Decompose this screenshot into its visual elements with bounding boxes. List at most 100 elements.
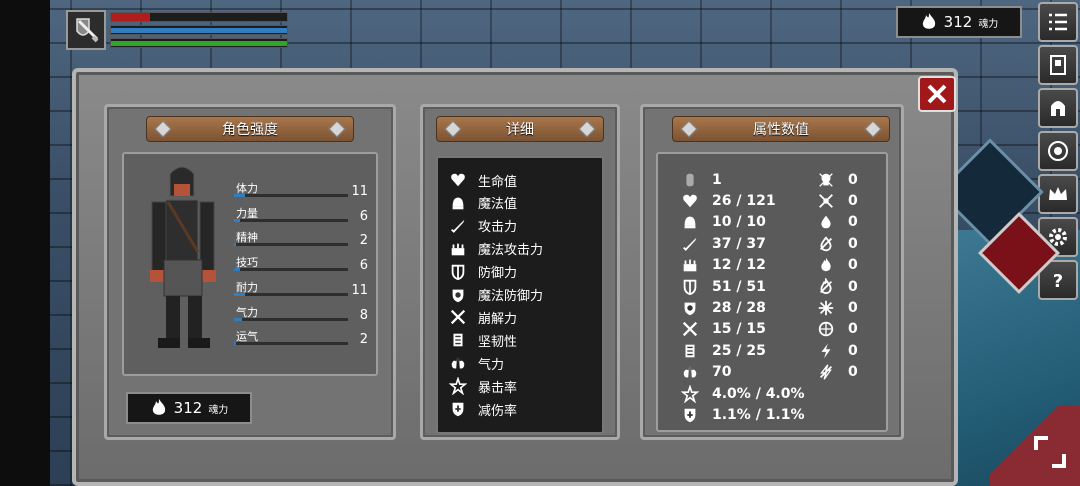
stat-row: 精神 2 [234, 229, 368, 251]
character-section-title: 角色强度 [146, 116, 354, 142]
stat-bar [234, 268, 348, 272]
weapon-slot[interactable] [66, 10, 106, 50]
stat-bar [234, 317, 348, 321]
menu-crown-button[interactable] [1038, 174, 1078, 214]
attribute-row: 10 / 10 [680, 212, 766, 233]
detail-label: 生命值 [478, 174, 518, 190]
level-icon [686, 173, 694, 186]
attribute-row: 26 / 121 [680, 190, 776, 211]
soul-value: 312 [173, 399, 203, 417]
armor-icon [453, 333, 463, 347]
attribute-row: 70 [680, 362, 731, 383]
attribute-value: 0 [848, 214, 858, 231]
fire-icon [821, 257, 831, 272]
attribute-value: 0 [848, 321, 858, 338]
attribute-row: 0 [816, 255, 858, 276]
stat-bar-fill [234, 194, 246, 197]
attribute-value: 12 / 12 [712, 257, 766, 274]
menu-equipment-button[interactable] [1038, 88, 1078, 128]
stat-bar [234, 342, 348, 346]
detail-label: 魔法值 [478, 197, 518, 213]
detail-label: 魔法防御力 [478, 289, 544, 304]
attribute-row: 1 [680, 169, 722, 190]
magic-attack-icon [451, 243, 465, 255]
attribute-row: 0 [816, 276, 858, 297]
sword-icon [451, 219, 465, 233]
player-hud [66, 10, 290, 52]
detail-item: 减伤率 [448, 398, 598, 420]
attribute-value: 25 / 25 [712, 342, 766, 359]
attribute-value: 1 [712, 171, 722, 188]
soul-label: 魂力 [208, 404, 229, 416]
detail-item: 魔法值 [448, 192, 598, 214]
lungs-icon [451, 356, 465, 369]
close-button[interactable] [918, 76, 956, 112]
attribute-row: 0 [816, 297, 858, 318]
mana-bar [110, 25, 288, 35]
shield-icon [451, 264, 465, 280]
soul-label: 魂力 [978, 18, 999, 30]
crit-star-icon [681, 384, 699, 403]
lightning-icon [821, 343, 831, 358]
exit-button[interactable] [1022, 424, 1078, 480]
stat-bar-fill [234, 292, 246, 296]
attribute-value: 10 / 10 [712, 214, 766, 231]
menu-inventory-button[interactable] [1038, 45, 1078, 85]
attribute-value: 0 [848, 257, 858, 274]
sword-shield-icon [76, 18, 99, 43]
detail-item: 防御力 [448, 261, 598, 283]
stat-bar [234, 194, 348, 197]
attribute-value: 15 / 15 [712, 321, 766, 338]
menu-list-button[interactable] [1038, 2, 1078, 42]
stat-value: 11 [351, 184, 368, 199]
attribute-row: 0 [816, 362, 858, 383]
stat-bar [234, 243, 348, 247]
attribute-row: 0 [816, 319, 858, 340]
stamina-bar [110, 38, 288, 48]
mana-icon [452, 197, 464, 210]
reduction-shield-icon [452, 402, 464, 417]
attribute-row: 15 / 15 [680, 319, 766, 340]
detail-label: 魔法攻击力 [478, 243, 544, 259]
heart-icon [451, 173, 465, 187]
close-icon [927, 84, 947, 104]
attribute-row: 0 [816, 340, 858, 361]
attribute-row: 28 / 28 [680, 297, 766, 318]
magic-attack-icon [683, 259, 697, 272]
svg-text:?: ? [1053, 271, 1063, 292]
attribute-value: 0 [848, 342, 858, 359]
stat-value: 6 [359, 208, 368, 224]
stat-row: 耐力 11 [234, 279, 368, 301]
detail-item: 魔法防御力 [448, 284, 598, 306]
attribute-value: 51 / 51 [712, 278, 766, 295]
attribute-value: 26 / 121 [712, 192, 776, 209]
fire-resist-icon [819, 277, 833, 294]
skull-icon [819, 172, 833, 187]
stat-bar-fill [234, 243, 237, 247]
magic-shield-icon [452, 289, 464, 302]
stat-value: 2 [359, 332, 368, 348]
detail-label: 减伤率 [478, 403, 518, 419]
heart-icon [683, 194, 697, 208]
screen-edge [0, 0, 50, 486]
attributes-title-text: 属性数值 [753, 122, 809, 138]
soul-flame-icon [152, 399, 165, 415]
poison-icon [819, 193, 833, 208]
attribute-row: 0 [816, 212, 858, 233]
health-bar [110, 12, 288, 22]
stat-value: 6 [359, 258, 368, 274]
detail-item: 坚韧性 [448, 329, 598, 351]
attribute-value: 0 [848, 278, 858, 295]
attribute-row: 1.1% / 1.1% [680, 404, 805, 425]
bleed-icon [819, 236, 833, 251]
detail-item: 崩解力 [448, 306, 598, 328]
soul-counter-top: 312 魂力 [896, 6, 1022, 38]
shield-icon [683, 279, 697, 295]
stat-bar [234, 292, 348, 296]
crown-icon [1049, 187, 1067, 200]
break-icon [682, 322, 698, 337]
detail-label: 气力 [478, 357, 505, 373]
attribute-value: 0 [848, 299, 858, 316]
menu-rune-button[interactable] [1038, 131, 1078, 171]
frost-resist-icon [818, 322, 834, 337]
